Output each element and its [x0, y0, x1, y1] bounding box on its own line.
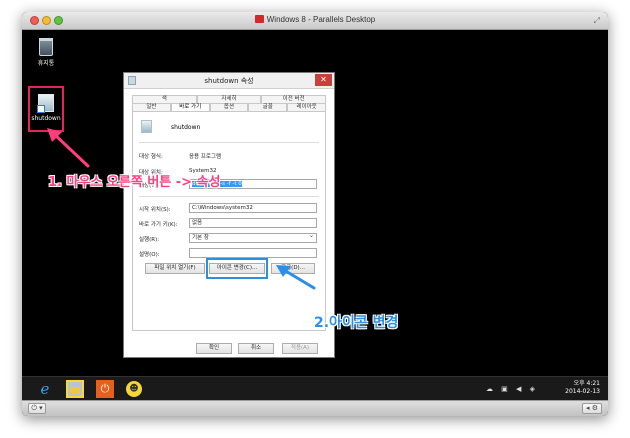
power-app-icon[interactable]: ⏻ [96, 380, 114, 398]
clock-date: 2014-02-13 [565, 388, 600, 395]
annotation-step-2: 2.아이콘 변경 [314, 315, 399, 331]
cancel-button[interactable]: 취소 [238, 343, 274, 354]
recycle-bin-label: 휴지통 [37, 60, 55, 67]
tab-previous-versions[interactable]: 이전 버전 [261, 95, 327, 103]
shortcut-key-input[interactable]: 없음 [189, 218, 317, 228]
shortcut-key-label: 바로 가기 키(K): [139, 222, 178, 228]
parallels-window: Windows 8 - Parallels Desktop ⤢ 휴지통 shut… [22, 12, 608, 416]
internet-explorer-icon[interactable]: e [36, 380, 54, 398]
comment-label: 설명(O): [139, 252, 160, 258]
window-title-text: Windows 8 - Parallels Desktop [266, 15, 376, 24]
tab-shortcut[interactable]: 바로 가기 [170, 103, 210, 111]
tab-font[interactable]: 글꼴 [248, 103, 288, 111]
shortcut-properties-dialog: shutdown 속성 ✕ 색 자세히 이전 버전 일반 바로 가기 옵션 글꼴… [123, 72, 335, 358]
divider [139, 142, 319, 143]
windows-desktop: 휴지통 shutdown shutdown 속성 ✕ 색 자세히 이전 버전 일… [22, 30, 608, 376]
annotation-arrow-1 [47, 128, 90, 168]
recycle-bin-icon [39, 38, 53, 56]
tab-color[interactable]: 색 [132, 95, 197, 103]
start-in-input[interactable]: C:\Windows\system32 [189, 203, 317, 213]
recycle-bin-shortcut[interactable]: 휴지통 [28, 38, 64, 67]
start-in-label: 시작 위치(S): [139, 207, 171, 213]
mac-titlebar: Windows 8 - Parallels Desktop ⤢ [22, 12, 608, 30]
tab-general[interactable]: 일반 [132, 103, 171, 111]
system-tray-icons[interactable]: ☁ ▣ ◀ ◈ [486, 385, 538, 393]
clock-time: 오후 4:21 [573, 380, 600, 387]
ok-button[interactable]: 확인 [196, 343, 232, 354]
target-type-label: 대상 형식: [139, 154, 163, 160]
tab-details[interactable]: 자세히 [196, 95, 262, 103]
divider [139, 196, 319, 197]
tab-options[interactable]: 옵션 [209, 103, 249, 111]
vm-settings-button[interactable]: ◂ ⚙ [582, 403, 602, 414]
apply-button[interactable]: 적용(A) [282, 343, 318, 354]
annotation-arrow-2 [276, 265, 316, 290]
taskbar-clock[interactable]: 오후 4:21 2014-02-13 [546, 380, 600, 396]
tab-layout[interactable]: 레이아웃 [287, 103, 326, 111]
smiley-app-icon[interactable]: ☻ [126, 381, 142, 397]
open-file-location-button[interactable]: 파일 위치 열기(F) [145, 263, 205, 274]
shortcut-file-icon [141, 120, 152, 133]
run-label: 실행(R): [139, 237, 160, 243]
dialog-close-button[interactable]: ✕ [315, 74, 332, 86]
fullscreen-icon[interactable]: ⤢ [594, 16, 600, 26]
parallels-logo-icon [254, 15, 264, 23]
shortcut-icon [37, 94, 54, 113]
shortcut-name: shutdown [171, 124, 201, 131]
vm-power-menu-button[interactable]: ⏻ ▾ [28, 403, 46, 414]
dialog-titlebar: shutdown 속성 ✕ [124, 73, 334, 89]
shutdown-shortcut-label: shutdown [31, 115, 61, 122]
dialog-title: shutdown 속성 [204, 77, 254, 85]
parallels-statusbar: ⏻ ▾ ◂ ⚙ [22, 400, 608, 416]
tabs-row-1: 색 자세히 이전 버전 [132, 95, 327, 103]
window-title: Windows 8 - Parallels Desktop [22, 15, 608, 24]
comment-input[interactable] [189, 248, 317, 258]
shortcut-tab-panel: shutdown 대상 형식: 응용 프로그램 대상 위치: System32 … [132, 111, 326, 331]
change-icon-highlight [206, 258, 268, 279]
run-select[interactable]: 기본 창 [189, 233, 317, 243]
annotation-step-1: 1. 마우스 오른쪽 버튼 -> 속성 [48, 175, 221, 190]
windows-taskbar: e ⏻ ☻ ☁ ▣ ◀ ◈ 오후 4:21 2014-02-13 [22, 376, 608, 400]
target-type-value: 응용 프로그램 [189, 154, 222, 160]
tabs-row-2: 일반 바로 가기 옵션 글꼴 레이아웃 [132, 103, 326, 111]
file-explorer-icon[interactable] [66, 380, 84, 398]
